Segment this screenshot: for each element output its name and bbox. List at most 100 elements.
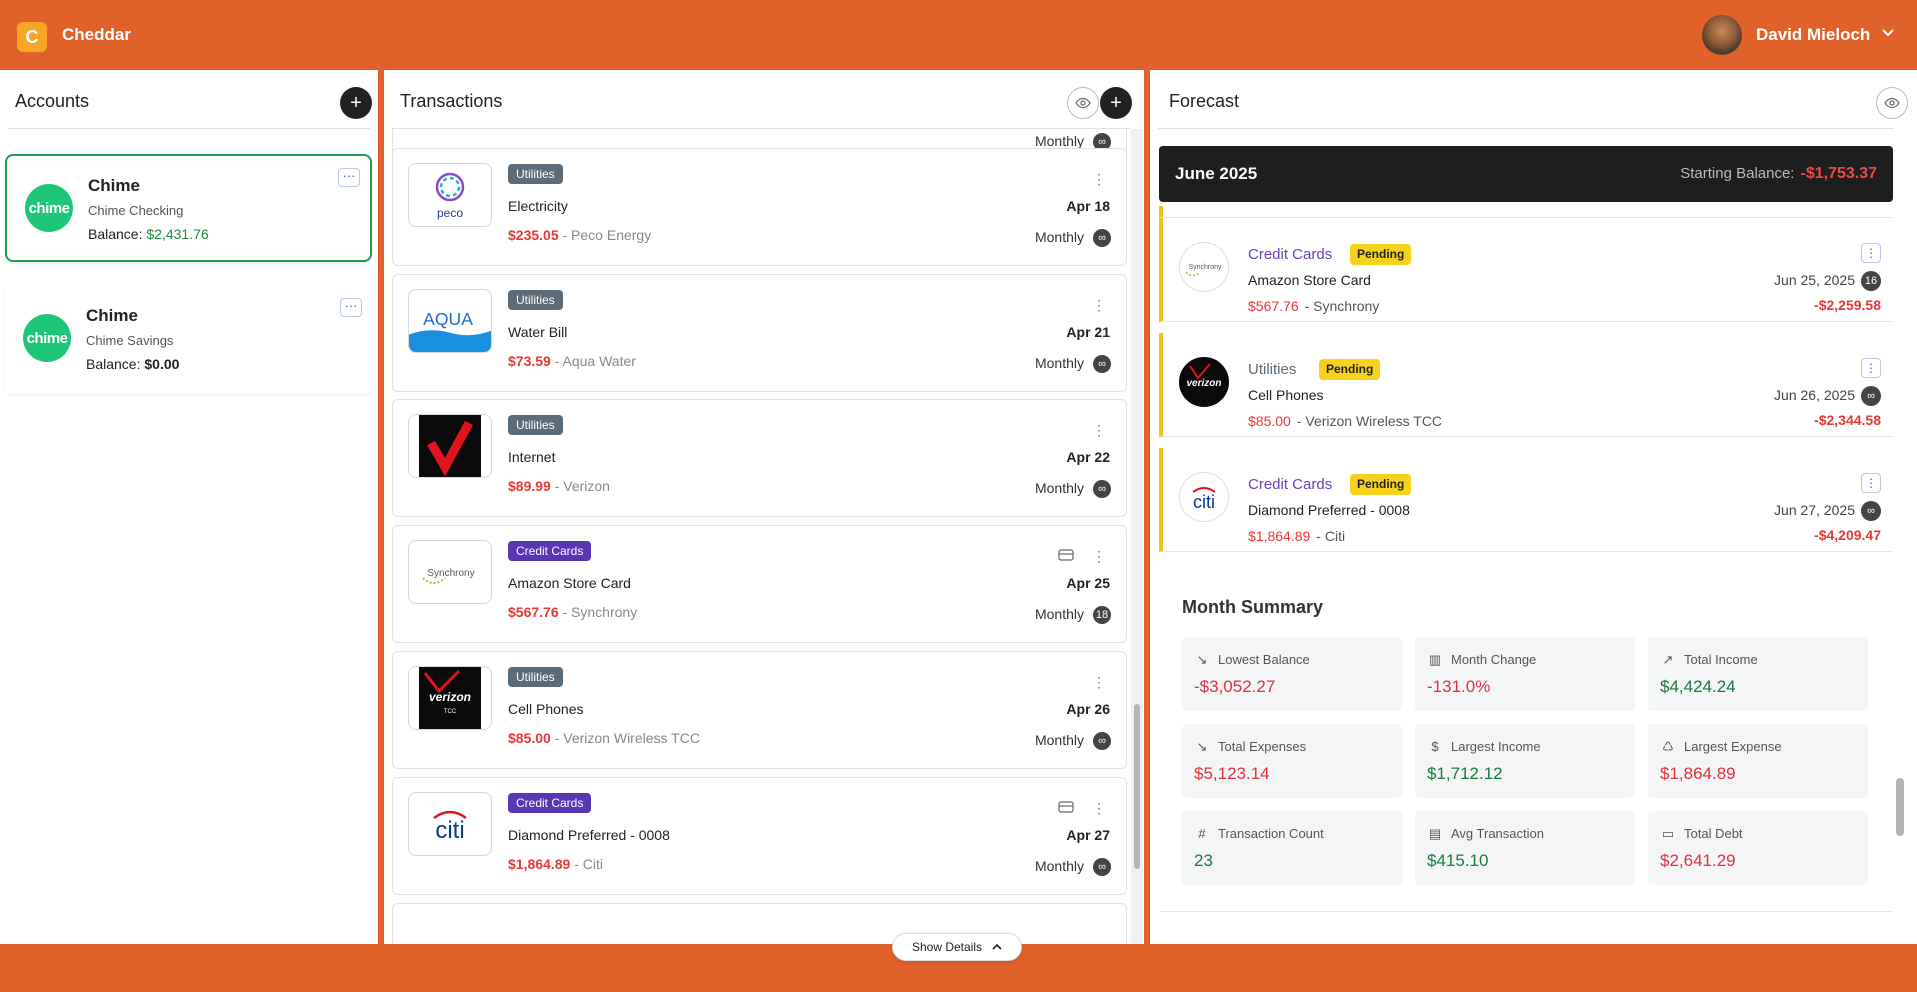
more-options-icon[interactable]: ⋮ bbox=[1092, 422, 1106, 439]
svg-text:Synchrony: Synchrony bbox=[1188, 264, 1222, 271]
forecast-running-balance: -$2,344.58 bbox=[1814, 412, 1881, 428]
synchrony-logo-icon: Synchrony bbox=[408, 540, 492, 604]
svg-text:citi: citi bbox=[1193, 492, 1215, 512]
stat-value: $1,712.12 bbox=[1427, 764, 1503, 783]
recurrence-count: ∞ bbox=[1861, 501, 1881, 521]
synchrony-logo-icon: Synchrony bbox=[1179, 242, 1229, 292]
more-options-icon[interactable]: ⋮ bbox=[1092, 297, 1106, 314]
transaction-frequency: Monthly bbox=[1034, 355, 1084, 371]
transaction-name: Water Bill bbox=[508, 324, 568, 340]
account-menu-button[interactable]: ··· bbox=[338, 168, 360, 187]
stat-label: Total Expenses bbox=[1218, 739, 1307, 754]
more-options-icon[interactable]: ⋮ bbox=[1092, 171, 1106, 188]
stat-lowest-balance: ↘ Lowest Balance -$3,052.27 bbox=[1182, 637, 1402, 711]
svg-text:citi: citi bbox=[435, 817, 464, 844]
transaction-amount: $85.00 - Verizon Wireless TCC bbox=[508, 730, 700, 746]
recurrence-count: ∞ bbox=[1093, 229, 1111, 247]
transaction-card[interactable]: Synchrony Credit Cards ⋮ Amazon Store Ca… bbox=[392, 525, 1127, 643]
account-card[interactable]: chime Chime Chime Savings Balance: $0.00… bbox=[5, 286, 372, 394]
account-card[interactable]: chime Chime Chime Checking Balance: $2,4… bbox=[5, 154, 372, 262]
forecast-panel: Forecast June 2025 Starting Balance: -$1,… bbox=[1150, 70, 1917, 944]
credit-card-icon[interactable] bbox=[1058, 548, 1074, 562]
piggy-bank-icon: ♺ bbox=[1662, 739, 1674, 754]
top-bar: C Cheddar David Mieloch bbox=[0, 0, 1917, 70]
scrollbar-thumb[interactable] bbox=[1134, 704, 1140, 869]
transaction-amount: $73.59 - Aqua Water bbox=[508, 353, 636, 369]
forecast-item[interactable]: Synchrony Credit Cards Pending ⋮ Amazon … bbox=[1159, 218, 1893, 322]
account-menu-button[interactable]: ··· bbox=[340, 298, 362, 317]
credit-card-icon: ▭ bbox=[1661, 826, 1675, 841]
transaction-frequency: Monthly bbox=[1034, 606, 1084, 622]
transaction-amount: $235.05 - Peco Energy bbox=[508, 227, 652, 243]
stat-label: Total Income bbox=[1684, 652, 1758, 667]
account-balance: Balance: $2,431.76 bbox=[88, 226, 209, 242]
stat-total-expenses: ↘ Total Expenses $5,123.14 bbox=[1182, 724, 1402, 798]
show-details-button[interactable]: Show Details bbox=[892, 933, 1022, 961]
stat-avg-transaction: ▤ Avg Transaction $415.10 bbox=[1415, 811, 1635, 885]
forecast-category: Credit Cards bbox=[1248, 246, 1333, 263]
more-options-icon[interactable]: ⋮ bbox=[1092, 674, 1106, 691]
transaction-frequency: Monthly bbox=[1034, 732, 1084, 748]
forecast-item-date: Jun 25, 2025 bbox=[1774, 272, 1855, 288]
forecast-item bbox=[1159, 206, 1893, 218]
transaction-card[interactable]: peco Utilities ⋮ Electricity $235.05 - P… bbox=[392, 148, 1127, 266]
divider bbox=[1158, 128, 1894, 129]
add-account-button[interactable]: + bbox=[340, 87, 372, 119]
more-options-icon[interactable]: ⋮ bbox=[1861, 243, 1881, 263]
svg-text:peco: peco bbox=[437, 206, 463, 220]
forecast-item-name: Cell Phones bbox=[1248, 387, 1324, 403]
category-badge: Utilities bbox=[508, 667, 563, 687]
forecast-item-amount: $1,864.89- Citi bbox=[1248, 528, 1346, 544]
transaction-card[interactable]: AQUA Utilities ⋮ Water Bill $73.59 - Aqu… bbox=[392, 274, 1127, 392]
visibility-toggle-button[interactable] bbox=[1876, 87, 1908, 119]
more-options-icon[interactable]: ⋮ bbox=[1092, 800, 1106, 817]
chevron-down-icon[interactable] bbox=[1880, 24, 1896, 40]
citi-logo-icon: citi bbox=[408, 792, 492, 856]
recurrence-count: ∞ bbox=[1093, 858, 1111, 876]
stat-largest-expense: ♺ Largest Expense $1,864.89 bbox=[1648, 724, 1868, 798]
transaction-frequency: Monthly bbox=[1034, 229, 1084, 245]
transaction-name: Cell Phones bbox=[508, 701, 584, 717]
transaction-name: Electricity bbox=[508, 198, 568, 214]
forecast-scrollbar-thumb[interactable] bbox=[1896, 778, 1904, 836]
chime-logo-icon: chime bbox=[23, 314, 71, 362]
svg-text:Synchrony: Synchrony bbox=[427, 568, 474, 579]
transaction-card[interactable]: citi Credit Cards ⋮ Diamond Preferred - … bbox=[392, 777, 1127, 895]
stat-value: $2,641.29 bbox=[1660, 851, 1736, 870]
transaction-amount: $567.76 - Synchrony bbox=[508, 604, 638, 620]
stat-transaction-count: # Transaction Count 23 bbox=[1182, 811, 1402, 885]
pending-badge: Pending bbox=[1350, 244, 1412, 265]
recurrence-count: ∞ bbox=[1093, 732, 1111, 750]
recurrence-count: 16 bbox=[1861, 271, 1881, 291]
forecast-item-amount: $85.00- Verizon Wireless TCC bbox=[1248, 413, 1443, 429]
recurrence-count: ∞ bbox=[1861, 386, 1881, 406]
aqua-logo-icon: AQUA bbox=[408, 289, 492, 353]
dollar-circle-icon: $ bbox=[1431, 739, 1439, 754]
forecast-running-balance: -$4,209.47 bbox=[1814, 527, 1881, 543]
credit-card-icon[interactable] bbox=[1058, 800, 1074, 814]
stat-label: Total Debt bbox=[1684, 826, 1743, 841]
recurrence-count: ∞ bbox=[1093, 480, 1111, 498]
recurrence-count: 18 bbox=[1093, 606, 1111, 624]
forecast-item[interactable]: citi Credit Cards Pending ⋮ Diamond Pref… bbox=[1159, 448, 1893, 552]
bar-chart-icon: ▥ bbox=[1428, 652, 1442, 667]
user-name[interactable]: David Mieloch bbox=[1756, 25, 1870, 45]
svg-text:AQUA: AQUA bbox=[423, 309, 473, 329]
more-options-icon[interactable]: ⋮ bbox=[1861, 358, 1881, 378]
recurrence-count: ∞ bbox=[1093, 355, 1111, 373]
transaction-card[interactable]: verizon TCC Utilities ⋮ Cell Phones $85.0… bbox=[392, 651, 1127, 769]
app-title: Cheddar bbox=[62, 25, 131, 44]
more-options-icon[interactable]: ⋮ bbox=[1092, 548, 1106, 565]
category-badge: Utilities bbox=[508, 415, 563, 435]
transaction-card[interactable]: Utilities ⋮ Internet $89.99 - Verizon Ap… bbox=[392, 399, 1127, 517]
arrow-down-right-icon: ↘ bbox=[1196, 739, 1208, 754]
visibility-toggle-button[interactable] bbox=[1067, 87, 1099, 119]
more-options-icon[interactable]: ⋮ bbox=[1861, 473, 1881, 493]
citi-logo-icon: citi bbox=[1179, 472, 1229, 522]
transactions-list[interactable]: Monthly ∞ peco Utilities ⋮ Electricity $… bbox=[384, 129, 1144, 944]
add-transaction-button[interactable]: + bbox=[1100, 87, 1132, 119]
verizon-logo-icon: verizon bbox=[1179, 357, 1229, 407]
cheddar-logo-icon[interactable]: C bbox=[17, 22, 47, 52]
user-avatar[interactable] bbox=[1702, 15, 1742, 55]
forecast-item[interactable]: verizon Utilities Pending ⋮ Cell Phones … bbox=[1159, 333, 1893, 437]
